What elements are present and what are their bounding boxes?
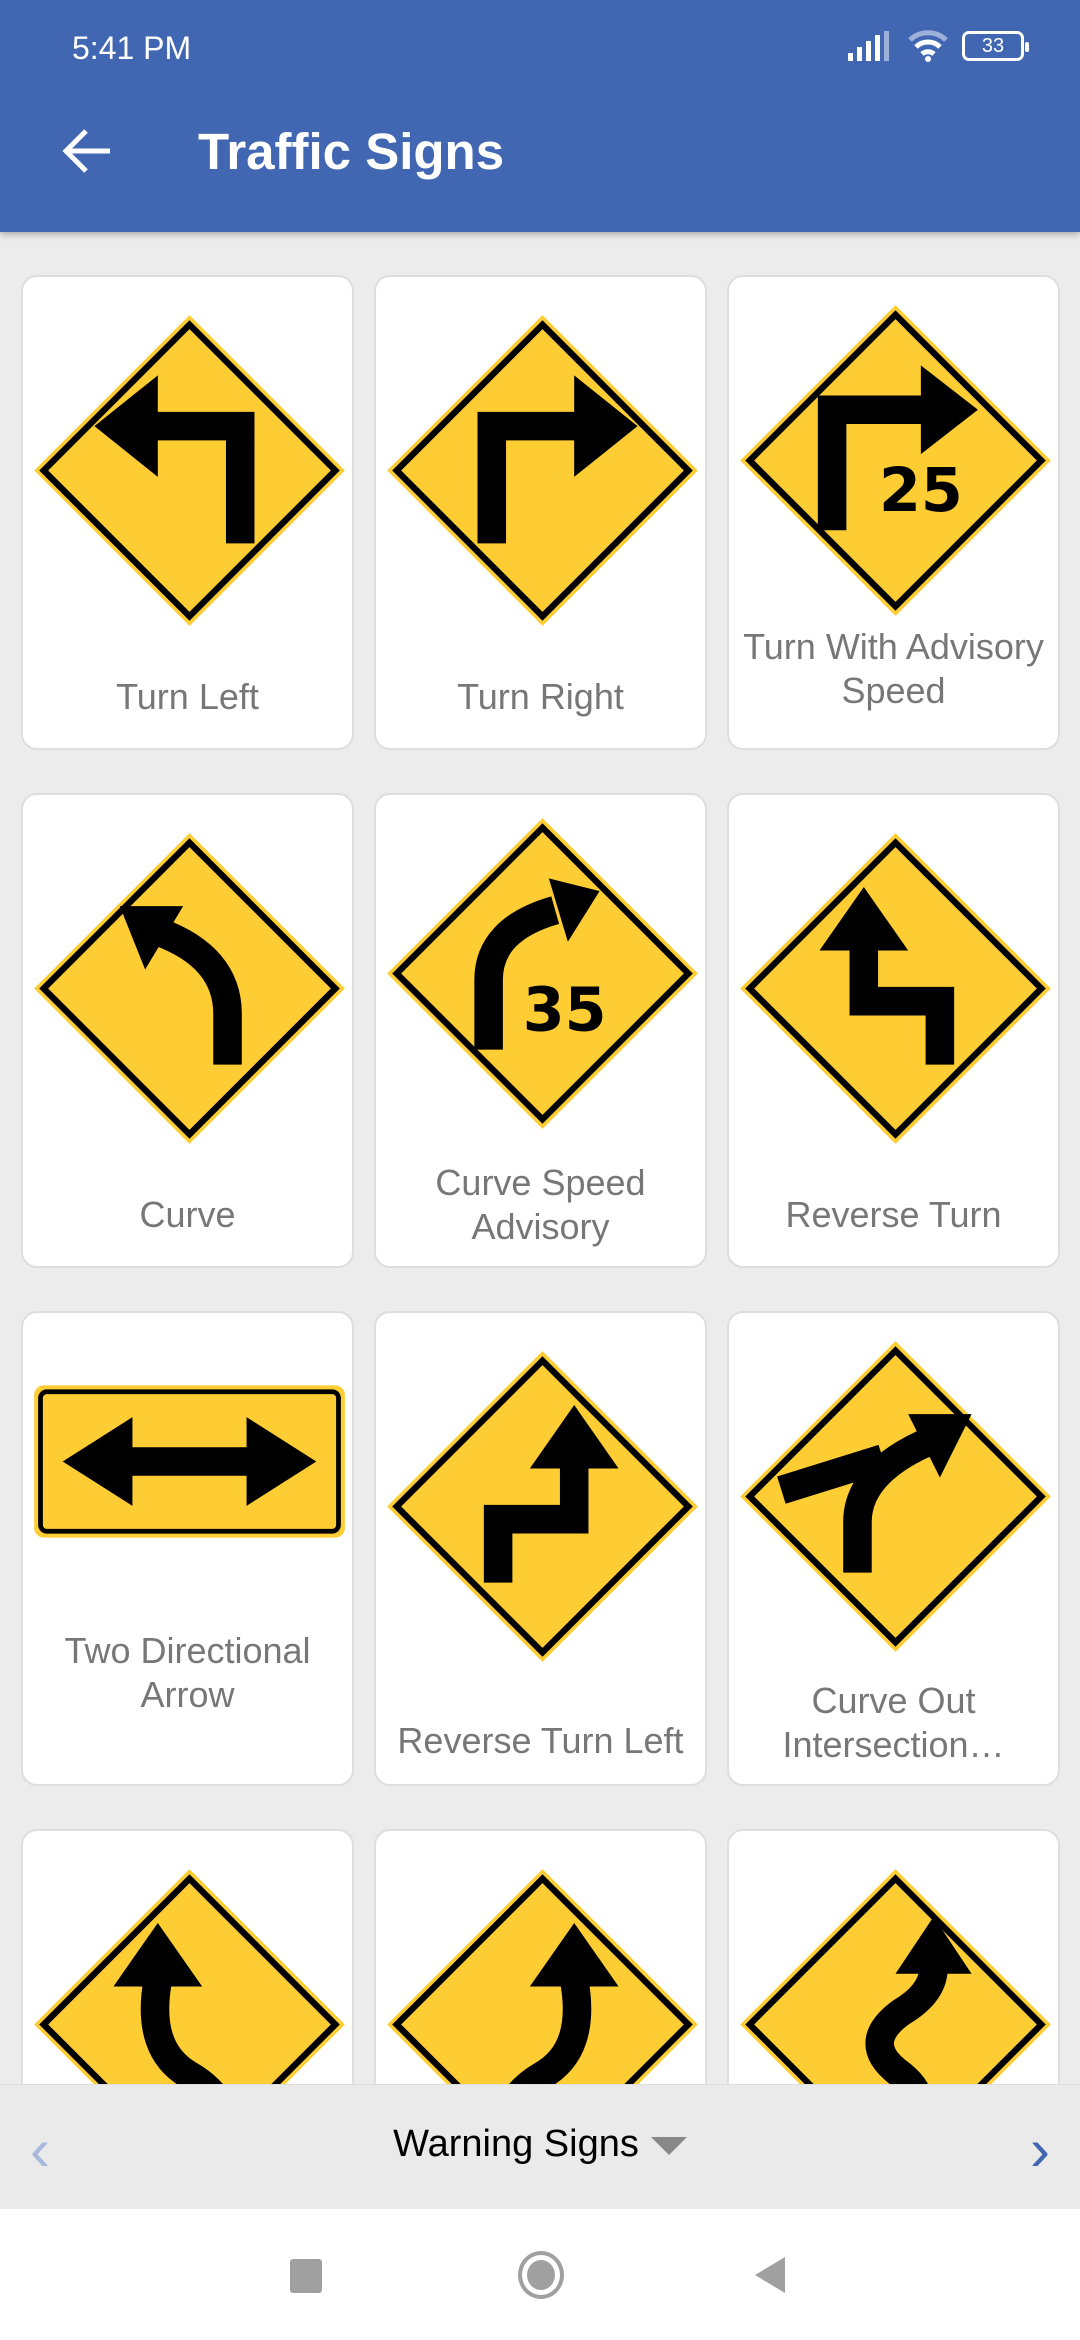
speed-value: 25	[879, 456, 963, 526]
home-button[interactable]	[518, 2251, 564, 2299]
sign-label: Turn Right	[457, 676, 624, 717]
two-directional-sign-icon	[34, 1385, 345, 1538]
sign-card-turn-left[interactable]: Turn Left	[21, 275, 354, 750]
signal-icon	[848, 31, 889, 61]
sign-card-curve-advisory[interactable]: 35 Curve Speed Advisory	[374, 793, 707, 1268]
wifi-icon	[908, 30, 948, 62]
sign-label: Turn Left	[116, 676, 259, 717]
sign-grid: Turn Left Turn Right 25 Turn With Advisory …	[21, 275, 1061, 2304]
turn-right-sign-icon	[387, 315, 698, 626]
battery-icon: 33	[962, 31, 1029, 61]
page-title: Traffic Signs	[198, 123, 505, 180]
back-button[interactable]	[60, 124, 114, 178]
sign-label: Curve	[139, 1194, 236, 1235]
status-icons: 33	[848, 30, 1029, 62]
turn-advisory-sign-icon: 25	[740, 305, 1051, 616]
category-dropdown[interactable]: Warning Signs	[0, 2123, 1080, 2166]
system-back-button[interactable]	[755, 2257, 785, 2293]
sign-card-two-directional[interactable]: Two Directional Arrow	[21, 1311, 354, 1786]
turn-left-sign-icon	[34, 315, 345, 626]
sign-card-curve-out[interactable]: Curve Out Intersection…	[727, 1311, 1060, 1786]
sign-card-curve-left[interactable]: Curve	[21, 793, 354, 1268]
category-bar: ‹ Warning Signs ›	[0, 2084, 1080, 2209]
reverse-turn-sign-icon	[740, 833, 1051, 1144]
sign-label: Two Directional Arrow	[64, 1630, 311, 1715]
category-label: Warning Signs	[393, 2123, 639, 2165]
status-time: 5:41 PM	[72, 30, 192, 66]
sign-label: Curve Out Intersection…	[782, 1680, 1005, 1765]
curve-out-sign-icon	[740, 1341, 1051, 1652]
sign-label: Reverse Turn	[785, 1194, 1002, 1235]
reverse-turn-right-sign-icon	[387, 1351, 698, 1662]
next-category-button[interactable]: ›	[1030, 2115, 1050, 2184]
sign-label: Curve Speed Advisory	[435, 1162, 646, 1247]
sign-label: Turn With Advisory Speed	[743, 626, 1044, 711]
speed-value: 35	[523, 976, 607, 1046]
sign-card-turn-right[interactable]: Turn Right	[374, 275, 707, 750]
caret-down-icon	[650, 2136, 687, 2155]
sign-card-turn-advisory[interactable]: 25 Turn With Advisory Speed	[727, 275, 1060, 750]
curve-advisory-sign-icon: 35	[387, 818, 698, 1129]
sign-label: Reverse Turn Left	[397, 1720, 684, 1761]
sign-card-reverse-turn-right[interactable]: Reverse Turn Left	[374, 1311, 707, 1786]
recents-button[interactable]	[290, 2259, 322, 2293]
app-bar: 5:41 PM 33 Traffic Signs	[0, 0, 1080, 232]
curve-left-sign-icon	[34, 833, 345, 1144]
sign-card-reverse-turn[interactable]: Reverse Turn	[727, 793, 1060, 1268]
system-nav-bar	[0, 2209, 1080, 2340]
